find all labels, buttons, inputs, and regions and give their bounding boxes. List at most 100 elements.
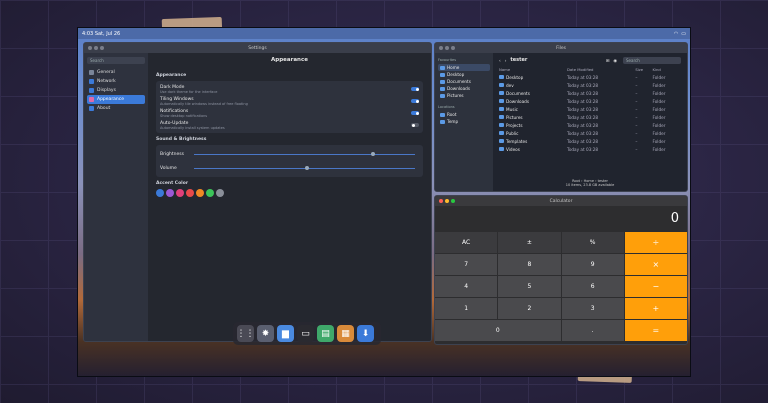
- close-button[interactable]: [439, 199, 443, 203]
- folder-icon: [499, 114, 504, 119]
- table-row[interactable]: Music Today at 03:28 – Folder: [499, 105, 681, 113]
- accent-swatch[interactable]: [186, 189, 194, 197]
- settings-search-input[interactable]: Search: [87, 57, 145, 64]
- minimize-button[interactable]: [445, 46, 449, 50]
- calc-key[interactable]: 5: [498, 276, 561, 297]
- table-row[interactable]: Videos Today at 03:28 – Folder: [499, 145, 681, 153]
- sidebar-item-about[interactable]: About: [87, 104, 145, 113]
- table-row[interactable]: Public Today at 03:28 – Folder: [499, 129, 681, 137]
- battery-icon[interactable]: ▭: [681, 31, 686, 37]
- column-header[interactable]: Size: [635, 65, 652, 73]
- table-row[interactable]: Projects Today at 03:28 – Folder: [499, 121, 681, 129]
- calc-key[interactable]: ±: [498, 232, 561, 253]
- file-name-cell: Projects: [499, 121, 567, 129]
- files-search-input[interactable]: Search: [623, 56, 681, 64]
- notes-icon[interactable]: ▤: [317, 325, 334, 342]
- sidebar-item-general[interactable]: General: [87, 68, 145, 77]
- calc-key[interactable]: 4: [435, 276, 498, 297]
- clock[interactable]: 4:03 Sat, Jul 26: [82, 31, 120, 37]
- calc-key[interactable]: −: [624, 276, 687, 297]
- calc-key[interactable]: %: [561, 232, 624, 253]
- toggle-switch[interactable]: [411, 87, 419, 91]
- download-icon[interactable]: ⬇: [357, 325, 374, 342]
- files-sidebar-item[interactable]: Home: [438, 64, 490, 71]
- window-title: Calculator: [549, 198, 573, 204]
- calc-key[interactable]: .: [561, 320, 624, 341]
- toggle-switch[interactable]: [411, 123, 419, 127]
- close-button[interactable]: [439, 46, 443, 50]
- app-grid-icon[interactable]: ⋮⋮: [237, 325, 255, 342]
- files-sidebar-item[interactable]: Downloads: [438, 85, 490, 92]
- terminal-icon[interactable]: ▭: [297, 325, 314, 342]
- maximize-button[interactable]: [451, 199, 455, 203]
- calc-key[interactable]: ÷: [624, 232, 687, 253]
- calc-key[interactable]: ×: [624, 254, 687, 275]
- sidebar-item-appearance[interactable]: Appearance: [87, 95, 145, 104]
- calculator-titlebar[interactable]: Calculator: [435, 196, 687, 206]
- column-header[interactable]: Name: [499, 65, 567, 73]
- toggle-switch[interactable]: [411, 111, 419, 115]
- files-icon[interactable]: ▆: [277, 325, 294, 342]
- files-sidebar-item[interactable]: Root: [438, 111, 490, 118]
- table-row[interactable]: Documents Today at 03:28 – Folder: [499, 89, 681, 97]
- table-row[interactable]: Downloads Today at 03:28 – Folder: [499, 97, 681, 105]
- brightness-slider[interactable]: [194, 152, 415, 156]
- files-sidebar-item[interactable]: Desktop: [438, 71, 490, 78]
- settings-icon[interactable]: ✸: [257, 325, 274, 342]
- calc-key[interactable]: 2: [498, 298, 561, 319]
- table-row[interactable]: dev Today at 03:28 – Folder: [499, 81, 681, 89]
- file-date-cell: Today at 03:28: [566, 146, 599, 152]
- accent-swatch[interactable]: [156, 189, 164, 197]
- calc-key[interactable]: =: [624, 320, 687, 341]
- close-button[interactable]: [88, 46, 92, 50]
- table-row[interactable]: Desktop Today at 03:28 – Folder: [499, 73, 681, 81]
- files-sidebar-item[interactable]: Pictures: [438, 92, 490, 99]
- toggle-switch[interactable]: [411, 99, 419, 103]
- accent-swatch[interactable]: [176, 189, 184, 197]
- calc-key[interactable]: AC: [435, 232, 498, 253]
- files-titlebar[interactable]: Files: [435, 43, 687, 53]
- file-size-cell: –: [635, 114, 638, 120]
- back-icon[interactable]: ‹: [499, 58, 501, 63]
- calculator-icon[interactable]: ▦: [337, 325, 354, 342]
- file-kind-cell: Folder: [652, 98, 666, 104]
- slider-knob[interactable]: [304, 166, 309, 170]
- sidebar-item-displays[interactable]: Displays: [87, 86, 145, 95]
- settings-titlebar[interactable]: Settings: [84, 43, 431, 53]
- view-toggle-icon[interactable]: ◉: [613, 58, 617, 63]
- accent-swatch[interactable]: [196, 189, 204, 197]
- file-size-cell: –: [635, 82, 638, 88]
- calc-key[interactable]: 3: [561, 298, 624, 319]
- table-row[interactable]: Pictures Today at 03:28 – Folder: [499, 113, 681, 121]
- accent-swatch[interactable]: [206, 189, 214, 197]
- calc-key[interactable]: 0: [435, 320, 561, 341]
- calc-key[interactable]: 7: [435, 254, 498, 275]
- slider-knob[interactable]: [370, 152, 375, 156]
- maximize-button[interactable]: [100, 46, 104, 50]
- calc-key[interactable]: +: [624, 298, 687, 319]
- table-row[interactable]: Templates Today at 03:28 – Folder: [499, 137, 681, 145]
- wifi-icon[interactable]: ◠: [674, 31, 678, 37]
- calc-key[interactable]: 1: [435, 298, 498, 319]
- column-header[interactable]: Kind: [652, 65, 681, 73]
- file-kind-cell: Folder: [652, 74, 666, 80]
- files-sidebar-item[interactable]: Temp: [438, 118, 490, 125]
- forward-icon[interactable]: ›: [505, 58, 507, 63]
- accent-swatch[interactable]: [216, 189, 224, 197]
- maximize-button[interactable]: [451, 46, 455, 50]
- file-date-cell: Today at 03:28: [566, 106, 599, 112]
- accent-swatch[interactable]: [166, 189, 174, 197]
- calc-key[interactable]: 9: [561, 254, 624, 275]
- minimize-button[interactable]: [445, 199, 449, 203]
- minimize-button[interactable]: [94, 46, 98, 50]
- new-folder-icon[interactable]: ⊞: [606, 58, 610, 63]
- calc-key[interactable]: 8: [498, 254, 561, 275]
- calculator-keypad: AC ±% ÷ 7 8 9 × 4 5 6− 1 2 3 +0. =: [435, 232, 687, 341]
- calc-key[interactable]: 6: [561, 276, 624, 297]
- column-header[interactable]: Date Modified: [567, 65, 635, 73]
- volume-slider[interactable]: [194, 166, 415, 170]
- sidebar-item-network[interactable]: Network: [87, 77, 145, 86]
- window-controls: [439, 199, 455, 203]
- setting-description: Use dark theme for the interface: [160, 89, 218, 94]
- files-sidebar-item[interactable]: Documents: [438, 78, 490, 85]
